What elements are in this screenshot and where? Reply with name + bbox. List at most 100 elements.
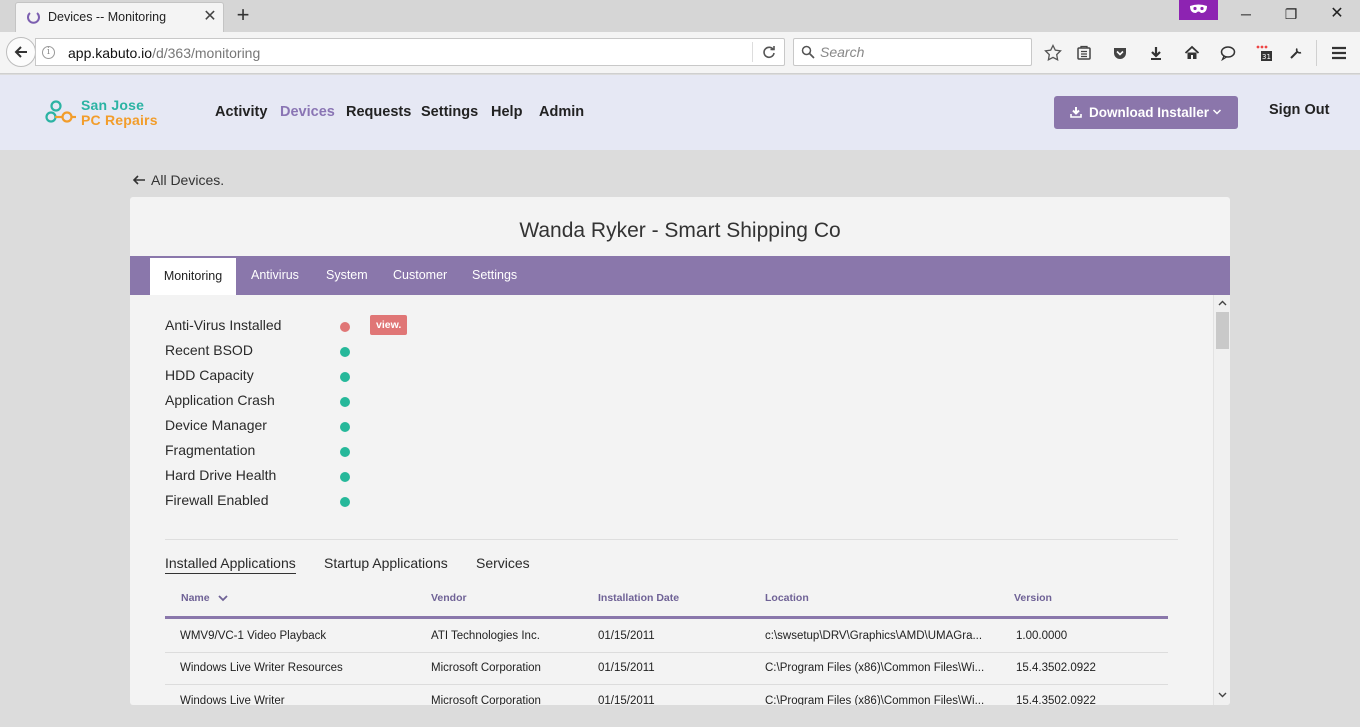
nav-devices[interactable]: Devices (280, 104, 335, 120)
cell-name: WMV9/VC-1 Video Playback (180, 630, 327, 642)
cell-location: c:\swsetup\DRV\Graphics\AMD\UMAGra... (765, 630, 983, 642)
private-browsing-icon (1179, 0, 1218, 20)
browser-search-bar[interactable] (793, 38, 1032, 66)
column-header-location[interactable]: Location (765, 592, 809, 604)
logo-text-line2: PC Repairs (81, 112, 158, 128)
pocket-icon[interactable] (1109, 42, 1131, 64)
cell-vendor: ATI Technologies Inc. (431, 630, 540, 642)
monitoring-item: Anti-Virus Installed view. (165, 315, 465, 337)
column-header-vendor[interactable]: Vendor (431, 592, 467, 604)
site-info-icon[interactable]: i (42, 46, 55, 59)
company-logo[interactable]: San Jose PC Repairs (45, 97, 170, 131)
tab-settings[interactable]: Settings (472, 256, 517, 295)
cell-version: 1.00.0000 (1016, 630, 1068, 642)
logo-text-line1: San Jose (81, 97, 145, 113)
search-icon (801, 45, 815, 59)
monitoring-item-label: Hard Drive Health (165, 467, 277, 483)
cell-date: 01/15/2011 (598, 662, 655, 674)
tab-monitoring[interactable]: Monitoring (150, 258, 236, 295)
tab-title: Devices -- Monitoring (48, 10, 167, 24)
status-dot-ok (340, 397, 350, 407)
toolbar-separator (1316, 40, 1317, 66)
table-row[interactable]: Windows Live Writer Resources Microsoft … (165, 653, 1168, 685)
tab-installed-applications[interactable]: Installed Applications (165, 555, 296, 574)
tab-antivirus[interactable]: Antivirus (251, 256, 299, 295)
download-installer-label: Download Installer (1089, 105, 1210, 120)
nav-activity[interactable]: Activity (215, 104, 267, 120)
applications-table-header: Name Vendor Installation Date Location V… (165, 589, 1168, 619)
cell-name: Windows Live Writer (180, 695, 285, 705)
download-installer-button[interactable]: Download Installer (1054, 96, 1238, 129)
downloads-icon[interactable] (1145, 42, 1167, 64)
chat-bubble-icon[interactable] (1217, 42, 1239, 64)
monitoring-item-label: Anti-Virus Installed (165, 317, 282, 333)
nav-requests[interactable]: Requests (346, 104, 411, 120)
cell-version: 15.4.3502.0922 (1016, 662, 1096, 674)
monitoring-item: Hard Drive Health (165, 467, 465, 487)
monitoring-item-label: Recent BSOD (165, 342, 253, 358)
download-icon (1070, 107, 1082, 118)
chevron-down-icon[interactable] (1212, 108, 1222, 116)
hamburger-menu-icon[interactable] (1328, 42, 1350, 64)
home-icon[interactable] (1181, 42, 1203, 64)
monitoring-item: Application Crash (165, 392, 465, 412)
status-dot-ok (340, 372, 350, 382)
monitoring-item-label: Device Manager (165, 417, 267, 433)
table-row[interactable]: WMV9/VC-1 Video Playback ATI Technologie… (165, 621, 1168, 653)
browser-tab-strip: Devices -- Monitoring ✕ + ─ ❐ ✕ (0, 0, 1360, 32)
url-divider (752, 42, 753, 62)
search-input[interactable] (820, 43, 1020, 61)
monitoring-item-label: Application Crash (165, 392, 275, 408)
device-subnav: Monitoring Antivirus System Customer Set… (130, 256, 1230, 295)
sign-out-link[interactable]: Sign Out (1269, 102, 1329, 118)
content-scrollbar[interactable] (1213, 295, 1230, 705)
cell-version: 15.4.3502.0922 (1016, 695, 1096, 705)
cell-vendor: Microsoft Corporation (431, 662, 541, 674)
cell-date: 01/15/2011 (598, 630, 655, 642)
minimize-icon[interactable]: ─ (1234, 4, 1258, 24)
monitoring-item: Fragmentation (165, 442, 465, 462)
status-dot-ok (340, 447, 350, 457)
reload-icon[interactable] (758, 42, 780, 62)
column-header-name[interactable]: Name (181, 592, 229, 604)
tab-services[interactable]: Services (476, 555, 530, 573)
scroll-up-icon[interactable] (1217, 298, 1228, 308)
table-row[interactable]: Windows Live Writer Microsoft Corporatio… (165, 686, 1168, 705)
window-close-icon[interactable]: ✕ (1325, 4, 1349, 24)
scroll-down-icon[interactable] (1217, 690, 1228, 700)
cell-name: Windows Live Writer Resources (180, 662, 343, 674)
nav-admin[interactable]: Admin (539, 104, 584, 120)
calendar-extension-icon[interactable]: 31 (1253, 42, 1275, 64)
url-bar[interactable]: i app.kabuto.io/d/363/monitoring (35, 38, 785, 66)
browser-back-icon[interactable] (6, 37, 36, 67)
restore-icon[interactable]: ❐ (1279, 4, 1303, 24)
column-header-version[interactable]: Version (1014, 592, 1052, 604)
reading-list-icon[interactable] (1073, 42, 1095, 64)
tab-startup-applications[interactable]: Startup Applications (324, 555, 448, 573)
tab-customer[interactable]: Customer (393, 256, 447, 295)
status-dot-ok (340, 347, 350, 357)
status-dot-ok (340, 422, 350, 432)
all-devices-back-link[interactable]: All Devices. (132, 172, 224, 188)
status-dot-ok (340, 472, 350, 482)
devtools-wrench-icon[interactable] (1285, 42, 1307, 64)
device-card: Wanda Ryker - Smart Shipping Co Monitori… (130, 197, 1230, 705)
nav-settings[interactable]: Settings (421, 104, 478, 120)
cell-location: C:\Program Files (x86)\Common Files\Wi..… (765, 695, 985, 705)
new-tab-icon[interactable]: + (232, 3, 254, 27)
nav-help[interactable]: Help (491, 104, 522, 120)
monitoring-item: Firewall Enabled (165, 492, 465, 512)
browser-tab[interactable]: Devices -- Monitoring ✕ (15, 2, 224, 32)
url-text[interactable]: app.kabuto.io/d/363/monitoring (68, 45, 260, 61)
column-header-installation-date[interactable]: Installation Date (598, 592, 679, 604)
all-devices-label: All Devices. (151, 172, 225, 188)
view-antivirus-button[interactable]: view. (370, 315, 408, 335)
tab-close-icon[interactable]: ✕ (202, 8, 218, 26)
bookmark-star-icon[interactable] (1042, 42, 1064, 64)
tab-system[interactable]: System (326, 256, 368, 295)
scrollbar-thumb[interactable] (1216, 312, 1229, 349)
logo-mark-icon (45, 100, 76, 123)
monitoring-item: Device Manager (165, 417, 465, 437)
app-header: San Jose PC Repairs Activity Devices Req… (0, 75, 1360, 150)
arrow-left-icon (132, 175, 145, 185)
